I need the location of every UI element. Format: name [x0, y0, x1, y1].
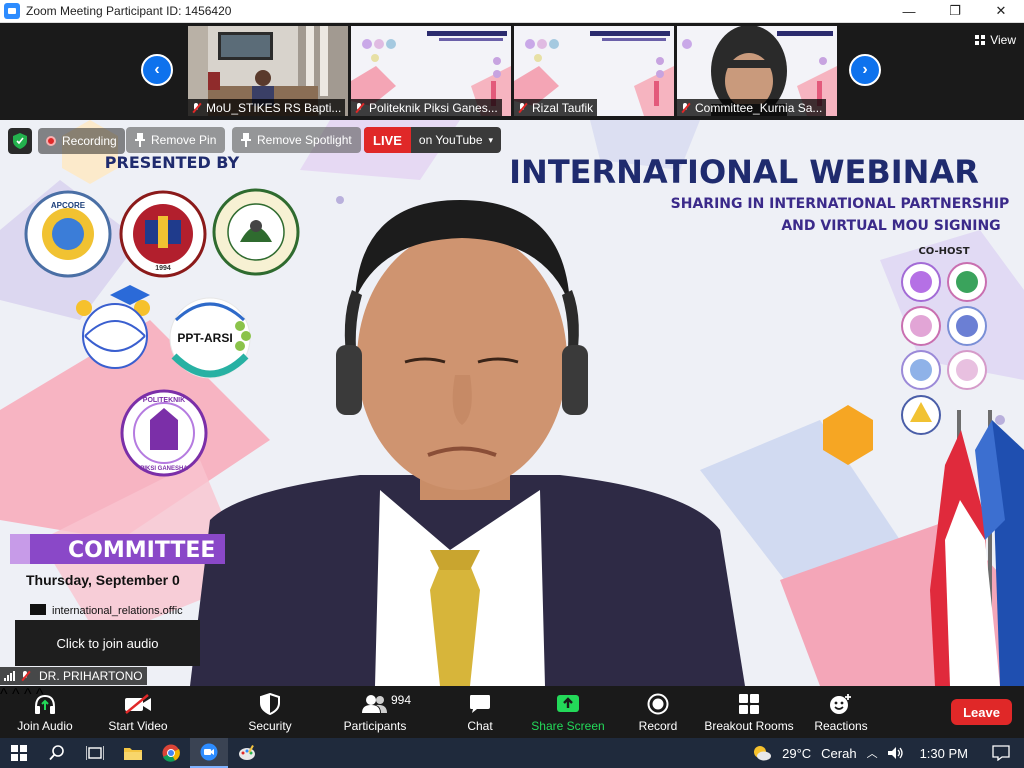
muted-mic-icon: [190, 102, 202, 114]
maximize-button[interactable]: ❐: [932, 0, 978, 23]
windows-logo-icon: [11, 745, 27, 761]
notification-center-icon[interactable]: [992, 745, 1010, 761]
shield-icon: [13, 133, 27, 149]
chat-bubble-icon: [470, 694, 490, 713]
start-video-button[interactable]: Start Video: [104, 686, 172, 738]
weather-condition[interactable]: Cerah: [821, 746, 856, 761]
spotlight-icon: [241, 133, 251, 147]
title-bar: Zoom Meeting Participant ID: 1456420 — ❐…: [0, 0, 1024, 23]
signal-strength-icon: [4, 671, 15, 681]
windows-start-button[interactable]: [0, 738, 38, 768]
system-tray: 29°C Cerah ︿ 1:30 PM: [752, 738, 1024, 768]
pin-icon: [135, 133, 145, 147]
participant-name-label: Politeknik Piksi Ganes...: [351, 99, 502, 116]
youtube-stream-dropdown[interactable]: on YouTube ▾: [411, 133, 501, 147]
participant-thumbnail[interactable]: Politeknik Piksi Ganes...: [351, 26, 511, 116]
participants-icon: [362, 694, 387, 713]
meeting-toolbar: Join Audio ^ Start Video ^ Security Part…: [0, 686, 1024, 738]
participant-thumbnail[interactable]: Rizal Taufik: [514, 26, 674, 116]
file-explorer-taskbar-button[interactable]: [114, 738, 152, 768]
chrome-taskbar-button[interactable]: [152, 738, 190, 768]
presented-by-text: PRESENTED BY: [105, 153, 240, 172]
slide-subtitle-2: AND VIRTUAL MOU SIGNING: [781, 218, 1000, 234]
participant-thumbnail[interactable]: Committee_Kurnia Sa...: [677, 26, 837, 116]
live-streaming-indicator[interactable]: LIVE on YouTube ▾: [364, 127, 502, 153]
audio-options-caret[interactable]: ^: [0, 686, 8, 703]
record-icon: [647, 693, 669, 714]
zoom-window: Zoom Meeting Participant ID: 1456420 — ❐…: [0, 0, 1024, 768]
view-button[interactable]: View: [975, 33, 1016, 47]
weather-sun-cloud-icon: [754, 746, 772, 761]
join-audio-button[interactable]: Join Audio: [12, 686, 78, 738]
caret-down-icon: ▾: [488, 134, 494, 145]
date-text: Thursday, September 0: [26, 572, 180, 588]
show-hidden-icons-chevron-icon[interactable]: ︿: [867, 745, 878, 761]
participant-thumbnail[interactable]: MoU_STIKES RS Bapti...: [188, 26, 348, 116]
spotlight-video[interactable]: APCORE 1994 PPT-ARSI POLITEKNIK PIKSI GA…: [0, 120, 1024, 686]
chat-button[interactable]: Chat: [458, 686, 502, 738]
security-shield-indicator[interactable]: [8, 128, 32, 154]
participant-strip: ‹ MoU_STIKES RS Bapti... Politeknik Piks…: [0, 23, 1024, 120]
logo-year-text: 1994: [155, 265, 171, 272]
windows-taskbar: 29°C Cerah ︿ 1:30 PM: [0, 738, 1024, 768]
co-host-text: CO-HOST: [918, 246, 969, 257]
participants-count: 994: [391, 693, 412, 707]
task-view-icon: [86, 746, 104, 760]
leave-meeting-button[interactable]: Leave: [951, 699, 1012, 725]
security-button[interactable]: Security: [240, 686, 300, 738]
speaker-name-label: DR. PRIHARTONO: [0, 667, 147, 685]
committee-text: COMMITTEE: [68, 538, 215, 563]
piksi-logo-text: PIKSI GANESHA: [140, 466, 188, 472]
politeknik-logo-text: POLITEKNIK: [143, 397, 185, 404]
previous-page-button[interactable]: ‹: [141, 54, 173, 86]
webinar-virtual-background: APCORE 1994 PPT-ARSI POLITEKNIK PIKSI GA…: [0, 120, 1024, 686]
search-icon: [49, 745, 64, 761]
live-badge: LIVE: [364, 127, 411, 153]
taskbar-search-button[interactable]: [38, 738, 76, 768]
recording-indicator: Recording: [38, 128, 125, 154]
close-button[interactable]: ✕: [978, 0, 1024, 23]
breakout-rooms-button[interactable]: Breakout Rooms: [700, 686, 798, 738]
zoom-taskbar-button[interactable]: [190, 738, 228, 768]
headphones-icon: [35, 694, 55, 714]
record-button[interactable]: Record: [632, 686, 684, 738]
remove-pin-button[interactable]: Remove Pin: [126, 127, 226, 153]
share-screen-icon: [557, 694, 579, 712]
window-title: Zoom Meeting Participant ID: 1456420: [26, 4, 232, 18]
zoom-icon: [200, 743, 218, 761]
paint-palette-icon: [239, 745, 255, 760]
reactions-button[interactable]: Reactions: [812, 686, 870, 738]
folder-icon: [124, 748, 142, 760]
minimize-button[interactable]: —: [886, 0, 932, 23]
participant-name-label: Committee_Kurnia Sa...: [677, 99, 827, 116]
participant-name-label: Rizal Taufik: [514, 99, 598, 116]
breakout-rooms-icon: [739, 693, 759, 714]
participant-name-label: MoU_STIKES RS Bapti...: [188, 99, 346, 116]
slide-title: INTERNATIONAL WEBINAR: [509, 153, 979, 191]
slide-subtitle-1: SHARING IN INTERNATIONAL PARTNERSHIP: [671, 196, 1010, 212]
join-audio-tooltip[interactable]: Click to join audio: [15, 620, 200, 666]
email-text: international_relations.offic: [52, 605, 183, 617]
remove-spotlight-button[interactable]: Remove Spotlight: [232, 127, 361, 153]
muted-mic-icon: [19, 670, 31, 682]
grid-view-icon: [975, 35, 986, 45]
muted-mic-icon: [516, 102, 528, 114]
weather-temperature[interactable]: 29°C: [782, 746, 811, 761]
security-shield-icon: [260, 692, 280, 715]
reactions-smiley-icon: [830, 693, 851, 714]
video-off-icon: [125, 693, 151, 714]
muted-mic-icon: [353, 102, 365, 114]
next-page-button[interactable]: ›: [849, 54, 881, 86]
speaker-volume-icon[interactable]: [887, 746, 904, 760]
ppt-arsi-logo-text: PPT-ARSI: [177, 331, 232, 345]
apcore-logo-text: APCORE: [51, 201, 86, 210]
muted-mic-icon: [679, 102, 691, 114]
task-view-button[interactable]: [76, 738, 114, 768]
recording-dot-icon: [46, 136, 56, 146]
paint-taskbar-button[interactable]: [228, 738, 266, 768]
chrome-icon: [162, 744, 180, 762]
taskbar-clock[interactable]: 1:30 PM: [920, 746, 968, 761]
zoom-app-icon: [4, 3, 20, 19]
share-screen-button[interactable]: Share Screen: [530, 686, 606, 738]
